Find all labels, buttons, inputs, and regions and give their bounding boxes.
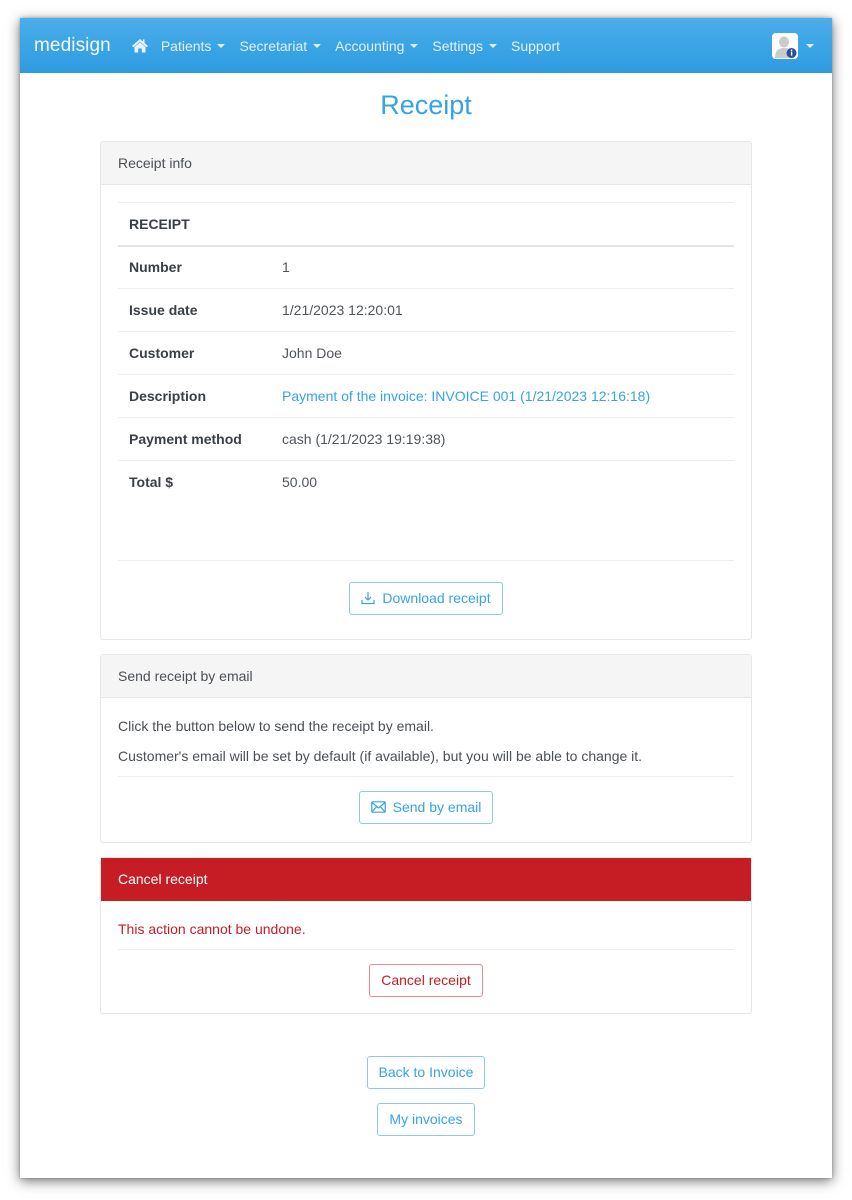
bottom-actions: Back to Invoice My invoices bbox=[100, 1055, 752, 1136]
cancel-receipt-card: Cancel receipt This action cannot be und… bbox=[100, 856, 752, 1014]
table-row-number: Number 1 bbox=[118, 246, 734, 289]
envelope-icon bbox=[370, 801, 386, 813]
user-menu[interactable] bbox=[772, 32, 814, 59]
caret-down-icon bbox=[489, 43, 498, 48]
cancel-receipt-button[interactable]: Cancel receipt bbox=[369, 963, 483, 997]
caret-down-icon bbox=[410, 43, 419, 48]
card-header: Receipt info bbox=[101, 142, 751, 185]
table-row-customer: Customer John Doe bbox=[118, 331, 734, 375]
email-instruction-text: Click the button below to send the recei… bbox=[118, 717, 434, 734]
nav-item-settings[interactable]: Settings bbox=[432, 37, 498, 54]
button-label: Send by email bbox=[392, 799, 482, 815]
nav-item-label: Patients bbox=[160, 37, 212, 54]
row-value: John Doe bbox=[271, 331, 734, 375]
card-header: Send receipt by email bbox=[101, 654, 751, 698]
row-value: 50.00 bbox=[271, 460, 734, 504]
send-by-email-button[interactable]: Send by email bbox=[358, 790, 494, 824]
row-label: Number bbox=[129, 259, 182, 276]
email-receipt-card: Send receipt by email Click the button b… bbox=[100, 653, 752, 843]
row-label: Total $ bbox=[118, 460, 271, 504]
card-body: This action cannot be undone. Cancel rec… bbox=[101, 901, 751, 1013]
download-receipt-button[interactable]: Download receipt bbox=[349, 581, 503, 615]
row-label: Customer bbox=[118, 331, 271, 375]
nav-item-label: Accounting bbox=[335, 37, 405, 54]
nav-item-patients[interactable]: Patients bbox=[161, 38, 226, 54]
card-body: RECEIPT Number 1 Issue date 1/21/2023 12… bbox=[101, 185, 751, 639]
nav-menu: Patients Secretariat Accounting Settings… bbox=[131, 38, 574, 54]
row-value: 1/21/2023 12:20:01 bbox=[271, 288, 734, 332]
row-value: Payment of the invoice: INVOICE 001 (1/2… bbox=[271, 374, 734, 418]
page-title: Receipt bbox=[380, 90, 472, 120]
nav-item-accounting[interactable]: Accounting bbox=[335, 37, 419, 54]
row-value: 1 bbox=[282, 259, 290, 276]
email-default-text: Customer's email will be set by default … bbox=[118, 747, 643, 764]
table-heading: RECEIPT bbox=[118, 202, 734, 247]
my-invoices-button[interactable]: My invoices bbox=[377, 1102, 475, 1136]
navbar: medisign Patients Secretariat Accounting bbox=[20, 18, 832, 73]
receipt-table: RECEIPT Number 1 Issue date 1/21/2023 12… bbox=[118, 202, 734, 504]
row-value: cash (1/21/2023 19:19:38) bbox=[271, 417, 734, 461]
caret-down-icon bbox=[217, 43, 226, 48]
receipt-info-card: Receipt info RECEIPT Number 1 Issue date… bbox=[100, 141, 752, 640]
row-label: Issue date bbox=[118, 288, 271, 332]
invoice-link[interactable]: Payment of the invoice: INVOICE 001 (1/2… bbox=[282, 388, 650, 404]
nav-item-label: Support bbox=[511, 37, 561, 54]
table-row-issue-date: Issue date 1/21/2023 12:20:01 bbox=[118, 288, 734, 332]
caret-down-icon bbox=[313, 43, 322, 48]
button-label: Download receipt bbox=[382, 590, 491, 606]
brand-logo[interactable]: medisign bbox=[34, 35, 111, 57]
nav-item-label: Secretariat bbox=[239, 37, 308, 54]
card-body: Click the button below to send the recei… bbox=[101, 698, 751, 842]
user-avatar-icon[interactable] bbox=[772, 32, 798, 59]
row-label: Payment method bbox=[118, 417, 271, 461]
nav-item-label: Settings bbox=[432, 37, 484, 54]
nav-item-secretariat[interactable]: Secretariat bbox=[239, 37, 322, 54]
browser-window: medisign Patients Secretariat Accounting bbox=[20, 18, 832, 1178]
main-content: Receipt Receipt info RECEIPT Number 1 Is… bbox=[100, 73, 752, 1136]
table-row-payment-method: Payment method cash (1/21/2023 19:19:38) bbox=[118, 417, 734, 461]
caret-down-icon bbox=[806, 43, 814, 48]
row-label: Description bbox=[118, 374, 271, 418]
home-icon[interactable] bbox=[131, 38, 149, 53]
download-icon bbox=[361, 592, 376, 605]
nav-item-support[interactable]: Support bbox=[511, 38, 560, 54]
cancel-warning-text: This action cannot be undone. bbox=[118, 920, 306, 937]
card-header: Cancel receipt bbox=[101, 857, 751, 901]
table-row-total: Total $ 50.00 bbox=[118, 460, 734, 504]
back-to-invoice-button[interactable]: Back to Invoice bbox=[366, 1055, 486, 1089]
table-row-description: Description Payment of the invoice: INVO… bbox=[118, 374, 734, 418]
table-header-row: RECEIPT bbox=[118, 202, 734, 247]
